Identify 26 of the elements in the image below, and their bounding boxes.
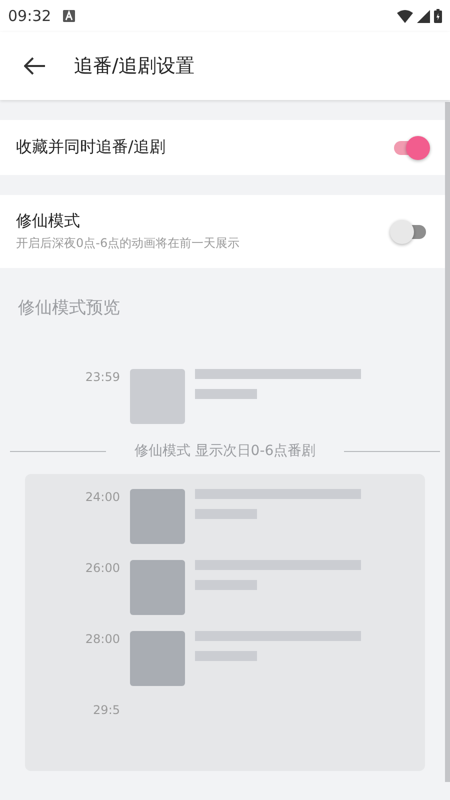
time-label: 28:00	[84, 631, 120, 646]
setting-description: 开启后深夜0点-6点的动画将在前一天展示	[16, 235, 241, 252]
placeholder-thumbnail	[130, 631, 185, 686]
battery-icon	[434, 9, 442, 23]
wifi-icon	[397, 10, 413, 22]
setting-title: 收藏并同时追番/追剧	[16, 137, 166, 158]
divider-label: 修仙模式 显示次日0-6点番剧	[133, 442, 317, 460]
time-label: 24:00	[84, 489, 120, 504]
placeholder-subtitle-bar	[195, 580, 257, 590]
preview-title: 修仙模式预览	[17, 297, 121, 319]
time-label: 29:5	[92, 702, 120, 717]
placeholder-thumbnail	[130, 369, 185, 424]
placeholder-thumbnail	[130, 489, 185, 544]
toggle-switch[interactable]	[392, 220, 428, 244]
placeholder-subtitle-bar	[195, 509, 257, 519]
time-label: 23:59	[84, 369, 120, 384]
toggle-switch[interactable]	[392, 136, 428, 160]
status-time: 09:32	[8, 7, 52, 25]
placeholder-subtitle-bar	[195, 651, 257, 661]
notification-icon	[63, 10, 76, 22]
placeholder-subtitle-bar	[195, 389, 257, 399]
setting-title: 修仙模式	[16, 211, 81, 232]
placeholder-thumbnail	[130, 560, 185, 615]
page-title: 追番/追剧设置	[74, 54, 194, 79]
signal-icon	[417, 10, 430, 22]
time-label: 26:00	[84, 560, 120, 575]
